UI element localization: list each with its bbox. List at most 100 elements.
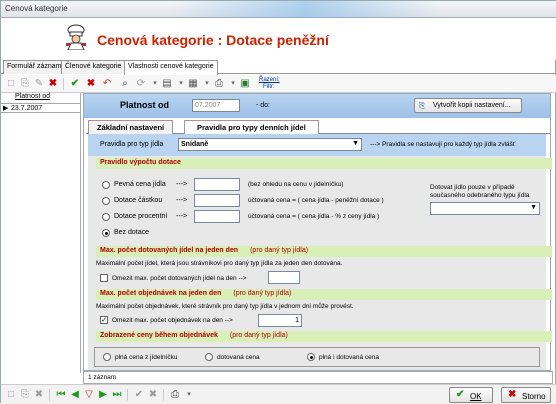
report-icon[interactable]: ▤ xyxy=(161,78,173,90)
dropdown-arrow-icon[interactable]: ▾ xyxy=(149,78,161,90)
radio-dotace-procentni[interactable] xyxy=(102,213,110,221)
tab-vlastnosti-kategorie[interactable]: Vlastnosti cenové kategorie xyxy=(124,60,218,75)
dotace-castkou-input[interactable] xyxy=(194,194,240,207)
edit-record-icon[interactable]: ✎ xyxy=(33,78,45,90)
max-objednavek-input[interactable]: 1 xyxy=(258,314,302,327)
sort-label[interactable]: Řazení: xyxy=(259,77,280,83)
status-bar: 1 záznam xyxy=(83,371,553,384)
pevna-cena-input[interactable] xyxy=(194,178,240,191)
pevna-cena-note: (bez ohledu na cenu v jídelníčku) xyxy=(248,181,344,188)
omezit-dotovanych-label: Omezit max. počet dotovaných jídel na de… xyxy=(112,275,247,282)
ok-button[interactable]: ✔ OK xyxy=(449,387,493,403)
copy-record-icon[interactable]: ⎘ xyxy=(19,78,31,90)
radio-dotovana-cena[interactable] xyxy=(205,353,213,361)
plna-i-dotovana-label: plná i dotovaná cena xyxy=(319,354,379,361)
price-display-group: plná cena z jídelníčku dotovaná cena pln… xyxy=(94,347,540,367)
dotovat-label-1: Dotovat jídlo pouze v případě xyxy=(430,184,515,191)
column-header-platnost-od[interactable]: Platnost od xyxy=(15,93,50,100)
chevron-down-icon[interactable]: ▼ xyxy=(530,204,537,211)
new-record-icon[interactable]: □ xyxy=(5,78,17,90)
refresh-icon[interactable]: ⟳ xyxy=(135,78,147,90)
max-dotovanych-desc: Maximální počet jídel, která jsou strávn… xyxy=(96,260,343,267)
platnost-bar: Platnost od 07.2007 - do: ⎘ Vytvořit kop… xyxy=(84,94,550,118)
bottom-navigation-bar: □ ⎘ ✖ ⏮ ◀ ▽ ▶ ⏭ ✔ ✖ ⎙ ▾ ✔ OK ✖ Storno xyxy=(1,384,556,404)
delete-record-icon[interactable]: ✖ xyxy=(33,389,45,401)
bookmark-icon[interactable]: ▽ xyxy=(83,389,95,401)
section-title: Max. počet dotovaných jídel na jeden den xyxy=(100,247,239,254)
dotovana-cena-label: dotovaná cena xyxy=(217,354,260,361)
dotace-procentni-label: Dotace procentní xyxy=(114,213,168,220)
tab-formular-zaznamu[interactable]: Formulář záznamu xyxy=(3,60,70,74)
ok-button-label: OK xyxy=(470,392,482,401)
section-title: Zobrazené ceny během objednávek xyxy=(100,332,218,339)
rule-note: ---> Pravidla se nastavují pro každý typ… xyxy=(370,141,516,148)
table-row[interactable]: ▶ 23.7.2007 xyxy=(1,103,81,113)
dropdown-arrow-icon[interactable]: ▾ xyxy=(175,78,187,90)
dotace-procentni-input[interactable] xyxy=(194,210,240,223)
platnost-do-label: - do: xyxy=(256,102,271,109)
print-icon[interactable]: ⎙ xyxy=(169,389,181,401)
title-bar-glow xyxy=(171,1,441,18)
radio-dotace-castkou[interactable] xyxy=(102,197,110,205)
omezit-dotovanych-checkbox[interactable] xyxy=(100,274,108,282)
section-max-dotovanych-header: Max. počet dotovaných jídel na jeden den… xyxy=(96,246,552,257)
copy-record-icon[interactable]: ⎘ xyxy=(19,389,31,401)
next-record-icon[interactable]: ▶ xyxy=(97,389,109,401)
dropdown-arrow-icon[interactable]: ▾ xyxy=(227,78,239,90)
window-title: Cenová kategorie xyxy=(5,4,68,13)
cancel-icon[interactable]: ✖ xyxy=(147,389,159,401)
last-record-icon[interactable]: ⏭ xyxy=(111,389,123,401)
undo-icon[interactable]: ↶ xyxy=(101,78,113,90)
max-dotovanych-input[interactable] xyxy=(268,271,300,284)
dropdown-arrow-icon[interactable]: ▾ xyxy=(201,78,213,90)
print-icon[interactable]: ⎙ xyxy=(213,78,225,90)
radio-plna-cena[interactable] xyxy=(103,353,111,361)
platnost-od-input[interactable]: 07.2007 xyxy=(192,99,240,112)
chevron-down-icon[interactable]: ▼ xyxy=(352,140,359,147)
radio-pevna-cena[interactable] xyxy=(102,181,110,189)
dotace-castkou-note: účtovaná cena = ( cena jídla - peněžní d… xyxy=(248,197,384,204)
arrow-label: ---> xyxy=(176,213,188,220)
dotovat-label-2: současného odebraného typu jídla xyxy=(430,192,530,199)
section-note: (pro daný typ jídla) xyxy=(233,290,292,297)
confirm-icon[interactable]: ✔ xyxy=(133,389,145,401)
omezit-objednavek-checkbox[interactable]: ✓ xyxy=(100,316,108,324)
meal-type-select[interactable]: Snídaně ▼ xyxy=(178,138,362,151)
chef-icon xyxy=(66,24,86,50)
radio-plna-i-dotovana[interactable] xyxy=(307,353,315,361)
dotovat-meal-select[interactable]: ▼ xyxy=(430,202,540,215)
dropdown-arrow-icon[interactable]: ▾ xyxy=(183,389,195,401)
section-zobrazene-ceny-header: Zobrazené ceny během objednávek (pro daný… xyxy=(96,331,552,342)
previous-record-icon[interactable]: ◀ xyxy=(69,389,81,401)
application-window: Cenová kategorie Cenová kategorie : Dota… xyxy=(0,0,556,404)
create-copy-button-label: Vytvořit kopii nastavení... xyxy=(433,102,511,109)
first-record-icon[interactable]: ⏮ xyxy=(55,389,67,401)
confirm-icon[interactable]: ✔ xyxy=(69,78,81,90)
meal-type-value: Snídaně xyxy=(181,141,209,148)
create-copy-button[interactable]: ⎘ Vytvořit kopii nastavení... xyxy=(414,98,522,113)
export-icon[interactable]: ▣ xyxy=(239,78,251,90)
record-count: 1 záznam xyxy=(88,374,117,381)
max-objednavek-desc: Maximální počet objednávek, které strávn… xyxy=(96,303,354,310)
cancel-icon[interactable]: ✖ xyxy=(85,78,97,90)
sub-tab-strip: Základní nastavení Pravidla pro typy den… xyxy=(86,120,550,135)
main-tab-strip: Formulář záznamu Členové kategorie Vlast… xyxy=(1,60,556,75)
tab-clenove-kategorie[interactable]: Členové kategorie xyxy=(61,60,126,74)
filter-label[interactable]: Filtr: xyxy=(263,84,275,90)
row-date: 23.7.2007 xyxy=(11,105,43,112)
delete-record-icon[interactable]: ✖ xyxy=(47,78,59,90)
new-record-icon[interactable]: □ xyxy=(5,389,17,401)
form-header: Cenová kategorie : Dotace peněžní xyxy=(1,18,556,60)
tab-pravidla-pro-typy[interactable]: Pravidla pro typy denních jídel xyxy=(184,120,319,135)
omezit-objednavek-label: Omezit max. počet objednávek na den --> xyxy=(112,317,233,324)
arrow-label: ---> xyxy=(176,197,188,204)
arrow-label: ---> xyxy=(176,181,188,188)
tab-zakladni-nastaveni[interactable]: Základní nastavení xyxy=(88,120,174,134)
ok-check-icon: ✔ xyxy=(456,389,465,400)
section-vypocet-dotace-header: Pravidlo výpočtu dotace xyxy=(96,158,552,169)
view-icon[interactable]: ▦ xyxy=(187,78,199,90)
radio-bez-dotace[interactable] xyxy=(102,229,110,237)
storno-button[interactable]: ✖ Storno xyxy=(501,387,551,403)
find-icon[interactable]: ⌕ xyxy=(119,78,131,90)
storno-button-label: Storno xyxy=(522,392,546,401)
